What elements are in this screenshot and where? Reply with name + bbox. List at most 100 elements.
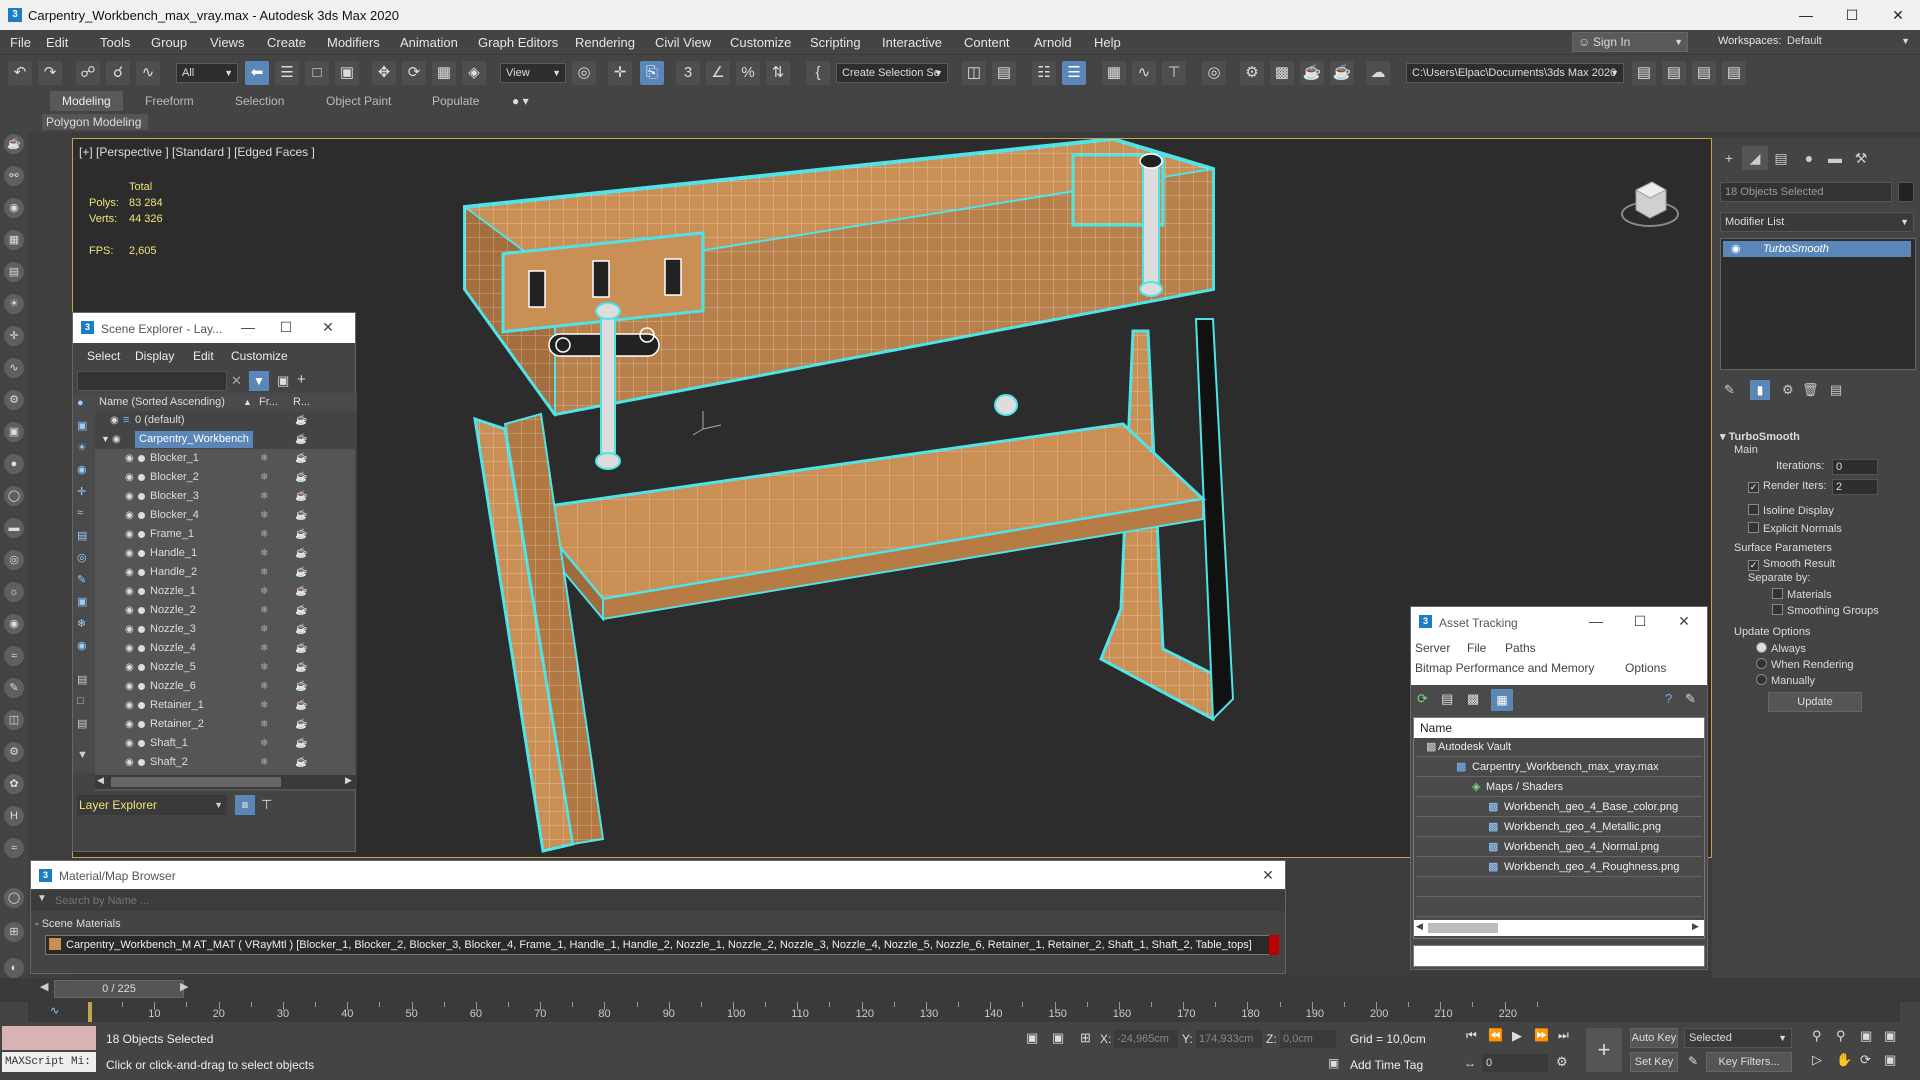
key-mode-icon[interactable]: ✎ bbox=[1688, 1054, 1698, 1068]
hierarchy-icon[interactable]: ⊞ bbox=[4, 922, 24, 942]
renderable-icon[interactable] bbox=[138, 702, 145, 709]
go-to-end-icon[interactable]: ⏭ bbox=[1558, 1028, 1569, 1043]
redo-icon[interactable]: ↷ bbox=[38, 61, 62, 85]
key-filters-button[interactable]: Key Filters... bbox=[1706, 1052, 1792, 1072]
render-toggle-icon[interactable]: ☕ bbox=[295, 449, 307, 468]
maximize-icon[interactable]: ☐ bbox=[271, 319, 301, 336]
placement-icon[interactable]: ◈ bbox=[462, 61, 486, 85]
isoline-checkbox[interactable] bbox=[1748, 504, 1759, 515]
maxscript-listener[interactable] bbox=[2, 1026, 96, 1050]
renderable-icon[interactable] bbox=[138, 607, 145, 614]
zoom-extents-all-icon[interactable]: ▣ bbox=[1884, 1028, 1896, 1044]
layer-row[interactable]: ◉ ≡ 0 (default) ☕ bbox=[95, 411, 381, 430]
scene-object-row[interactable]: ◉ Frame_1 ❄ ☕ bbox=[95, 525, 355, 544]
close-icon[interactable]: ✕ bbox=[313, 319, 343, 336]
se-menu-customize[interactable]: Customize bbox=[231, 349, 288, 363]
set-project-icon[interactable]: ▤ bbox=[1722, 61, 1746, 85]
explicit-normals-row[interactable]: Explicit Normals bbox=[1712, 522, 1920, 535]
select-all-icon[interactable]: ▤ bbox=[77, 673, 87, 686]
ribbon-options-icon[interactable]: ● ▾ bbox=[512, 94, 529, 108]
hierarchy-tab-icon[interactable]: ▤ bbox=[1768, 146, 1794, 170]
rendered-frame-window-icon[interactable]: ▩ bbox=[1270, 61, 1294, 85]
close-button[interactable]: ✕ bbox=[1878, 4, 1918, 26]
invert-selection-icon[interactable]: ▤ bbox=[77, 717, 87, 730]
renderable-icon[interactable] bbox=[138, 683, 145, 690]
scene-object-row[interactable]: ◉ Nozzle_4 ❄ ☕ bbox=[95, 639, 355, 658]
menu-customize[interactable]: Customize bbox=[730, 35, 791, 50]
time-slider-left-icon[interactable]: ◀ bbox=[40, 980, 48, 993]
minimize-button[interactable]: — bbox=[1786, 4, 1826, 26]
select-none-icon[interactable]: □ bbox=[77, 695, 84, 707]
isoline-row[interactable]: Isoline Display bbox=[1712, 504, 1920, 517]
maximize-button[interactable]: ☐ bbox=[1832, 4, 1872, 26]
scene-object-row[interactable]: ◉ Shaft_1 ❄ ☕ bbox=[95, 734, 355, 753]
always-radio[interactable] bbox=[1756, 642, 1767, 653]
spacewarps-filter-icon[interactable]: ≈ bbox=[77, 507, 83, 519]
add-layer-icon[interactable]: + bbox=[297, 371, 306, 388]
renderable-icon[interactable] bbox=[138, 740, 145, 747]
se-menu-display[interactable]: Display bbox=[135, 349, 174, 363]
freeze-icon[interactable]: ❄ bbox=[260, 715, 268, 734]
explorer-type-dropdown[interactable]: Layer Explorer ▼ bbox=[77, 795, 227, 815]
groups-filter-icon[interactable]: ▤ bbox=[77, 529, 87, 542]
maximize-icon[interactable]: ☐ bbox=[1625, 613, 1655, 630]
isolate-selection-icon[interactable]: ▣ bbox=[1026, 1030, 1038, 1046]
freeze-icon[interactable]: ❄ bbox=[260, 506, 268, 525]
render-production-icon[interactable]: ☕ bbox=[1300, 61, 1324, 85]
tab-selection[interactable]: Selection bbox=[235, 94, 284, 108]
tab-freeform[interactable]: Freeform bbox=[145, 94, 194, 108]
frozen-filter-icon[interactable]: ❄ bbox=[77, 617, 86, 630]
renderable-icon[interactable] bbox=[138, 664, 145, 671]
modifier-list-dropdown[interactable]: Modifier List ▼ bbox=[1720, 212, 1914, 232]
render-toggle-icon[interactable]: ☕ bbox=[295, 658, 307, 677]
manually-radio[interactable] bbox=[1756, 674, 1767, 685]
tab-populate[interactable]: Populate bbox=[432, 94, 479, 108]
time-config-icon[interactable]: ↔ bbox=[1464, 1056, 1476, 1070]
show-end-result-icon[interactable]: ▮ bbox=[1750, 380, 1770, 400]
renderable-icon[interactable] bbox=[138, 759, 145, 766]
toggle-layer-explorer-icon[interactable]: ☰ bbox=[1062, 61, 1086, 85]
chevron-down-icon[interactable]: ▼ bbox=[37, 893, 47, 904]
scene-object-row[interactable]: ◉ Blocker_3 ❄ ☕ bbox=[95, 487, 355, 506]
sphere-icon[interactable]: ● bbox=[4, 454, 24, 474]
add-time-tag[interactable]: Add Time Tag bbox=[1350, 1058, 1423, 1072]
scene-object-row[interactable]: ◉ Blocker_2 ❄ ☕ bbox=[95, 468, 355, 487]
schematic-view-icon[interactable]: ⊤ bbox=[1162, 61, 1186, 85]
render-toggle-icon[interactable]: ☕ bbox=[295, 582, 307, 601]
track-bar[interactable]: ∿ 10 20 30 40 50 60 70 80 90 100 110 120 130 140 150 16… bbox=[28, 1002, 1900, 1022]
cylinder-icon[interactable]: ◯ bbox=[4, 486, 24, 506]
render-toggle-icon[interactable]: ☕ bbox=[295, 639, 307, 658]
se-search-input[interactable] bbox=[77, 371, 227, 391]
column-render[interactable]: R... bbox=[293, 393, 310, 411]
menu-create[interactable]: Create bbox=[267, 35, 306, 50]
render-iters-checkbox[interactable]: ✓ bbox=[1748, 482, 1759, 493]
freeze-icon[interactable]: ❄ bbox=[260, 582, 268, 601]
eye-icon[interactable]: ◉ bbox=[125, 734, 134, 753]
scene-object-row[interactable]: ◉ Shaft_2 ❄ ☕ bbox=[95, 753, 355, 772]
angle-snap-icon[interactable]: ∠ bbox=[706, 61, 730, 85]
world-icon[interactable]: ◐ bbox=[4, 958, 24, 978]
hair-icon[interactable]: H bbox=[4, 806, 24, 826]
project-folder-icon[interactable]: ▤ bbox=[1632, 61, 1656, 85]
scene-object-row[interactable]: ◉ Nozzle_2 ❄ ☕ bbox=[95, 601, 355, 620]
helpers-filter-icon[interactable]: ✛ bbox=[77, 485, 86, 498]
render-in-cloud-icon[interactable]: ☁ bbox=[1366, 61, 1390, 85]
freeze-icon[interactable]: ❄ bbox=[260, 449, 268, 468]
sun-icon[interactable]: ☼ bbox=[4, 582, 24, 602]
reference-coord-dropdown[interactable]: View ▼ bbox=[500, 63, 566, 83]
hidden-filter-icon[interactable]: ◉ bbox=[77, 639, 87, 652]
eye-icon[interactable]: ◉ bbox=[112, 430, 121, 449]
orbit-icon[interactable]: ◯ bbox=[4, 888, 24, 908]
at-menu-bitmap-performance[interactable]: Bitmap Performance and Memory bbox=[1415, 661, 1594, 675]
open-project-icon[interactable]: ▤ bbox=[1662, 61, 1686, 85]
spinner-snap-icon[interactable]: ⇅ bbox=[766, 61, 790, 85]
at-vault-row[interactable]: ▩ Autodesk Vault bbox=[1416, 738, 1702, 757]
scene-object-row[interactable]: ◉ Nozzle_6 ❄ ☕ bbox=[95, 677, 355, 696]
viewcube[interactable] bbox=[1618, 176, 1680, 232]
create-tab-icon[interactable]: + bbox=[1716, 146, 1742, 170]
se-menu-select[interactable]: Select bbox=[87, 349, 120, 363]
set-keys-button[interactable]: + bbox=[1586, 1028, 1622, 1072]
scroll-right-icon[interactable]: ▶ bbox=[1692, 921, 1699, 932]
menu-modifiers[interactable]: Modifiers bbox=[327, 35, 380, 50]
time-tag-icon[interactable]: ▣ bbox=[1328, 1056, 1339, 1070]
